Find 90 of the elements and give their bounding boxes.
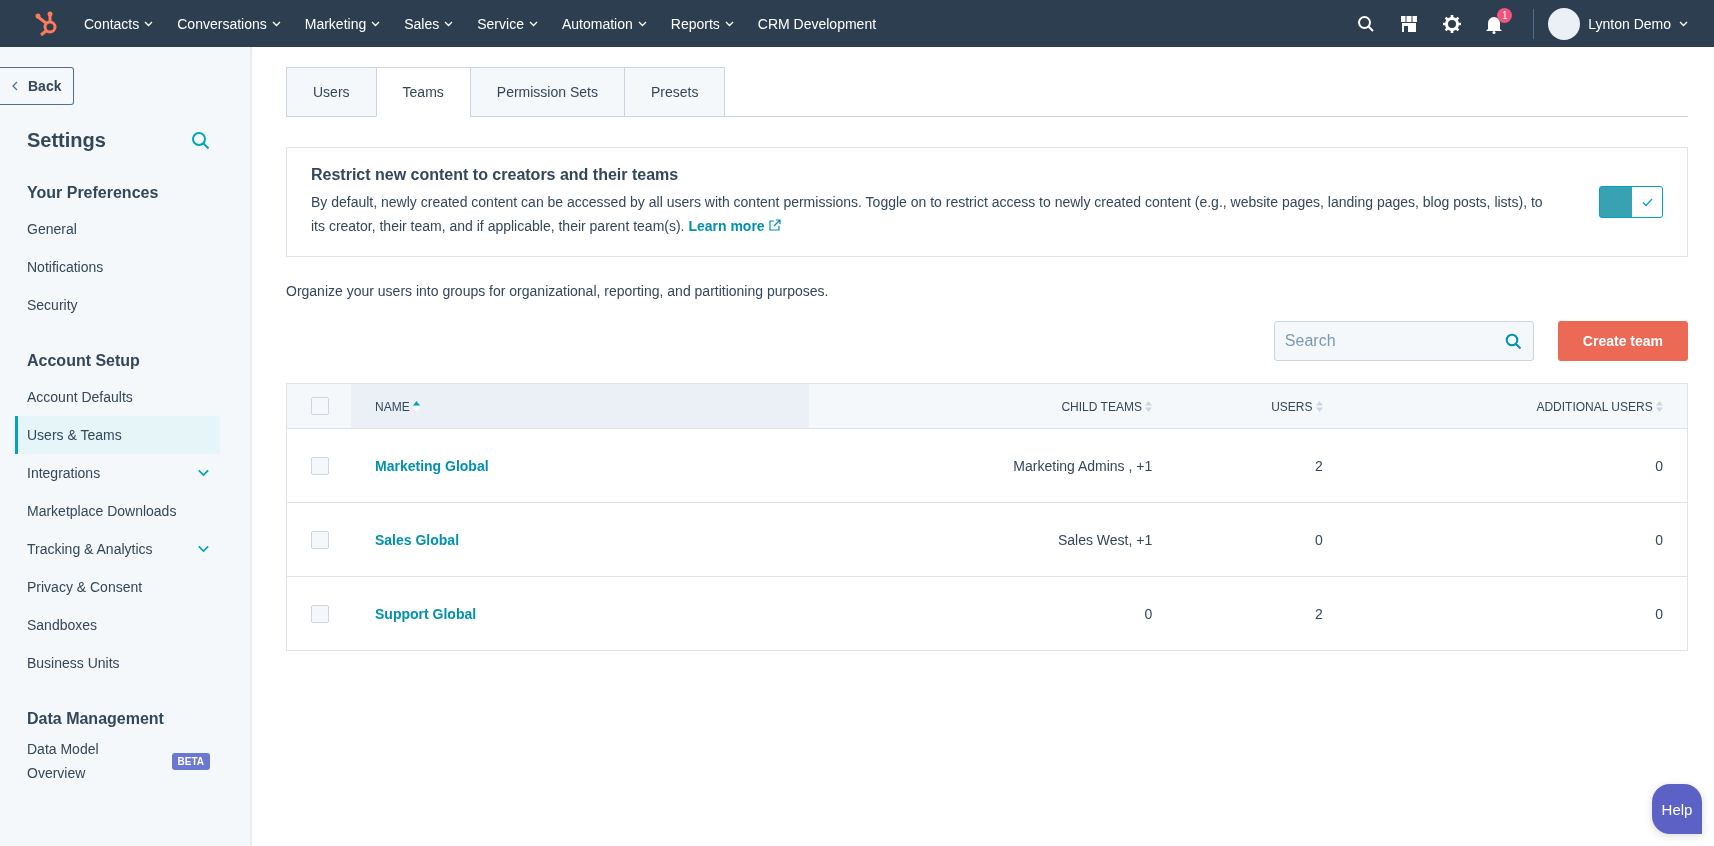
sidebar-item[interactable]: Account Defaults — [15, 378, 220, 416]
sidebar-item-label: Sandboxes — [27, 617, 98, 633]
team-name-link[interactable]: Sales Global — [375, 531, 460, 548]
sidebar-item-label: Security — [27, 297, 78, 313]
tab[interactable]: Permission Sets — [469, 67, 625, 117]
sidebar-item-label: Tracking & Analytics — [27, 541, 153, 557]
sidebar-item[interactable]: Privacy & Consent — [15, 568, 220, 606]
intro-text: Organize your users into groups for organizational, reporting, and partitioning purposes. — [286, 283, 830, 299]
nav-menu[interactable]: Marketing — [304, 15, 381, 32]
nav-menu[interactable]: Service — [477, 15, 538, 32]
notification-count: 1 — [1497, 7, 1513, 23]
panel-title: Restrict new content to creators and their teams — [311, 166, 680, 184]
panel-description: By default, newly created content can be accessed by all users with content permissions. Toggle on to restrict access to newly created content (e.g., website pages, landing pages, blog posts, lists), to its creator, their team, and if applicable, their parent team(s). Learn more — [311, 193, 1544, 236]
sidebar-item-label: Users & Teams — [27, 427, 122, 443]
nav-menu[interactable]: Contacts — [84, 15, 154, 32]
sidebar-item[interactable]: Marketplace Downloads — [15, 492, 220, 530]
table-cell: 0 — [1655, 457, 1663, 474]
tab[interactable]: Presets — [623, 67, 726, 117]
column-header[interactable]: ADDITIONAL USERS — [1536, 399, 1653, 414]
nav-menu[interactable]: Conversations — [177, 15, 281, 32]
back-button[interactable]: Back — [0, 67, 75, 105]
caret-icon — [1679, 20, 1688, 27]
sidebar-item-label: Privacy & Consent — [27, 579, 143, 595]
team-name-link[interactable]: Support Global — [375, 605, 477, 622]
sidebar-item[interactable]: Business Units — [15, 644, 220, 682]
sidebar-item[interactable]: General — [15, 210, 220, 248]
chevron-down-icon — [197, 545, 210, 553]
search-field[interactable]: Search — [1273, 321, 1534, 361]
section-heading: Data Management — [27, 710, 165, 728]
caret-icon — [271, 20, 281, 27]
storefront-icon[interactable] — [1399, 14, 1420, 33]
table-cell: 2 — [1315, 457, 1323, 474]
checkbox[interactable] — [311, 604, 329, 623]
sidebar-item[interactable]: Sandboxes — [15, 606, 220, 644]
help-button[interactable]: Help — [1652, 784, 1702, 834]
sidebar-item-label: Data Model Overview — [27, 740, 100, 783]
checkmark-icon — [1641, 197, 1653, 207]
table-cell: 0 — [1144, 605, 1153, 622]
sort-icon[interactable] — [413, 399, 420, 413]
checkbox[interactable] — [311, 530, 329, 549]
sidebar-item[interactable]: Integrations — [15, 454, 220, 492]
checkbox[interactable] — [311, 456, 329, 475]
table-cell: Marketing Admins , +1 — [1013, 457, 1153, 474]
sidebar-item[interactable]: Security — [15, 286, 220, 324]
team-name-link[interactable]: Marketing Global — [375, 457, 489, 474]
settings-icon[interactable] — [1443, 14, 1462, 33]
caret-icon — [144, 20, 154, 27]
caret-icon — [444, 20, 454, 27]
sidebar-item-label: Business Units — [27, 655, 120, 671]
sidebar-item-label: Account Defaults — [27, 389, 133, 405]
toggle-switch[interactable] — [1599, 186, 1663, 218]
checkbox[interactable] — [311, 397, 329, 415]
sidebar-item-label: Integrations — [27, 465, 101, 481]
sidebar-item-label: General — [27, 221, 77, 237]
table-cell: 0 — [1655, 531, 1663, 548]
search-icon[interactable] — [1357, 14, 1376, 33]
tab[interactable]: Users — [286, 67, 377, 117]
nav-menu[interactable]: Automation — [561, 15, 647, 32]
avatar-icon — [1548, 7, 1581, 40]
nav-menu[interactable]: CRM Development — [757, 15, 877, 32]
tab[interactable]: Teams — [375, 67, 471, 117]
column-header[interactable]: CHILD TEAMS — [1061, 399, 1142, 414]
caret-icon — [637, 20, 647, 27]
table-cell: 0 — [1655, 605, 1663, 622]
settings-title: Settings — [27, 129, 106, 152]
learn-more-link[interactable]: Learn more — [688, 218, 781, 234]
column-header[interactable]: NAME — [375, 399, 410, 414]
section-heading: Your Preferences — [27, 184, 160, 202]
nav-menu[interactable]: Sales — [404, 15, 454, 32]
column-header[interactable]: USERS — [1271, 399, 1313, 414]
sidebar-item[interactable]: Data Model Overview BETA — [15, 736, 220, 786]
nav-menu[interactable]: Reports — [670, 15, 734, 32]
section-heading: Account Setup — [27, 352, 141, 370]
caret-icon — [371, 20, 381, 27]
external-link-icon — [768, 219, 781, 231]
table-cell: 2 — [1315, 605, 1323, 622]
sidebar-item-label: Notifications — [27, 259, 104, 275]
beta-badge: BETA — [171, 752, 210, 770]
caret-icon — [724, 20, 734, 27]
caret-icon — [528, 20, 538, 27]
sidebar-item-label: Marketplace Downloads — [27, 503, 177, 519]
chevron-down-icon — [197, 469, 210, 477]
sidebar-item[interactable]: Tracking & Analytics — [15, 530, 220, 568]
sidebar-item[interactable]: Notifications — [15, 248, 220, 286]
table-cell: 0 — [1315, 531, 1323, 548]
search-icon — [1504, 333, 1522, 350]
sidebar-item[interactable]: Users & Teams — [15, 416, 220, 454]
user-menu[interactable]: Lynton Demo — [1548, 7, 1688, 40]
table-cell: Sales West, +1 — [1057, 531, 1153, 548]
chevron-left-icon — [12, 81, 18, 91]
